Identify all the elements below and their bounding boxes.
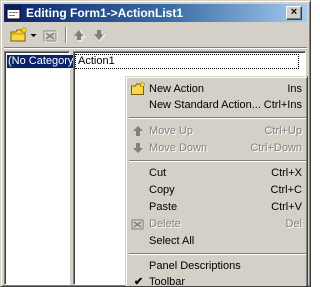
menu-item-move-up: Move Up Ctrl+Up [128, 123, 307, 139]
menu-separator [129, 160, 306, 162]
checkmark-icon: ✔ [134, 276, 144, 287]
menu-item-shortcut: Ctrl+X [271, 167, 302, 179]
menu-item-delete: Delete Del [128, 216, 307, 232]
arrow-down-icon [133, 143, 143, 153]
menu-item-label: Move Down [149, 142, 208, 154]
delete-action-icon [43, 30, 58, 43]
editor-window-icon [6, 6, 21, 20]
menu-item-panel-descriptions[interactable]: Panel Descriptions [128, 258, 307, 274]
action-list-editor-window: Editing Form1->ActionList1 × (No Categor… [0, 0, 311, 287]
menu-item-new-action[interactable]: New Action Ins [128, 81, 307, 97]
menu-item-toolbar[interactable]: ✔ Toolbar [128, 274, 307, 287]
menu-item-label: Copy [149, 184, 175, 196]
toolbar [4, 24, 307, 46]
menu-item-shortcut: Ctrl+Ins [263, 99, 302, 111]
menu-item-shortcut: Ctrl+C [270, 184, 302, 196]
arrow-up-icon [133, 126, 143, 136]
menu-item-label: Delete [149, 218, 181, 230]
categories-list[interactable]: (No Category) [4, 51, 80, 285]
window-title: Editing Form1->ActionList1 [26, 6, 184, 20]
menu-item-shortcut: Ctrl+V [271, 201, 302, 213]
close-button[interactable]: × [286, 6, 302, 20]
menu-item-label: Paste [149, 201, 178, 213]
dropdown-arrow-icon[interactable] [30, 27, 37, 43]
new-action-icon [131, 82, 145, 95]
menu-item-shortcut: Ctrl+Down [250, 142, 302, 154]
menu-item-new-standard-action[interactable]: New Standard Action... Ctrl+Ins [128, 97, 307, 113]
move-up-icon [74, 30, 86, 42]
menu-item-cut[interactable]: Cut Ctrl+X [128, 165, 307, 181]
menu-item-label: Cut [149, 167, 167, 179]
toolbar-divider [4, 47, 307, 49]
new-action-icon[interactable] [10, 27, 28, 43]
menu-item-select-all[interactable]: Select All [128, 233, 307, 249]
menu-item-copy[interactable]: Copy Ctrl+C [128, 182, 307, 198]
menu-item-label: Toolbar [149, 276, 186, 287]
title-bar[interactable]: Editing Form1->ActionList1 × [4, 4, 307, 22]
close-icon: × [290, 6, 298, 18]
menu-item-label: Move Up [149, 125, 194, 137]
context-menu: New Action Ins New Standard Action... Ct… [125, 76, 308, 287]
category-item[interactable]: (No Category) [5, 54, 80, 69]
delete-icon [131, 219, 144, 230]
menu-item-shortcut: Ctrl+Up [264, 125, 302, 137]
menu-item-label: New Standard Action... [149, 99, 261, 111]
menu-item-label: Select All [149, 235, 195, 247]
menu-item-label: New Action [149, 83, 205, 95]
menu-item-shortcut: Ins [287, 83, 302, 95]
menu-separator [129, 253, 306, 255]
menu-separator [129, 117, 306, 119]
move-down-icon [94, 30, 106, 42]
menu-item-move-down: Move Down Ctrl+Down [128, 140, 307, 156]
menu-item-shortcut: Del [285, 218, 302, 230]
menu-item-label: Panel Descriptions [149, 260, 241, 272]
toolbar-separator [65, 27, 67, 43]
menu-item-paste[interactable]: Paste Ctrl+V [128, 199, 307, 215]
action-item[interactable]: Action1 [75, 54, 299, 69]
